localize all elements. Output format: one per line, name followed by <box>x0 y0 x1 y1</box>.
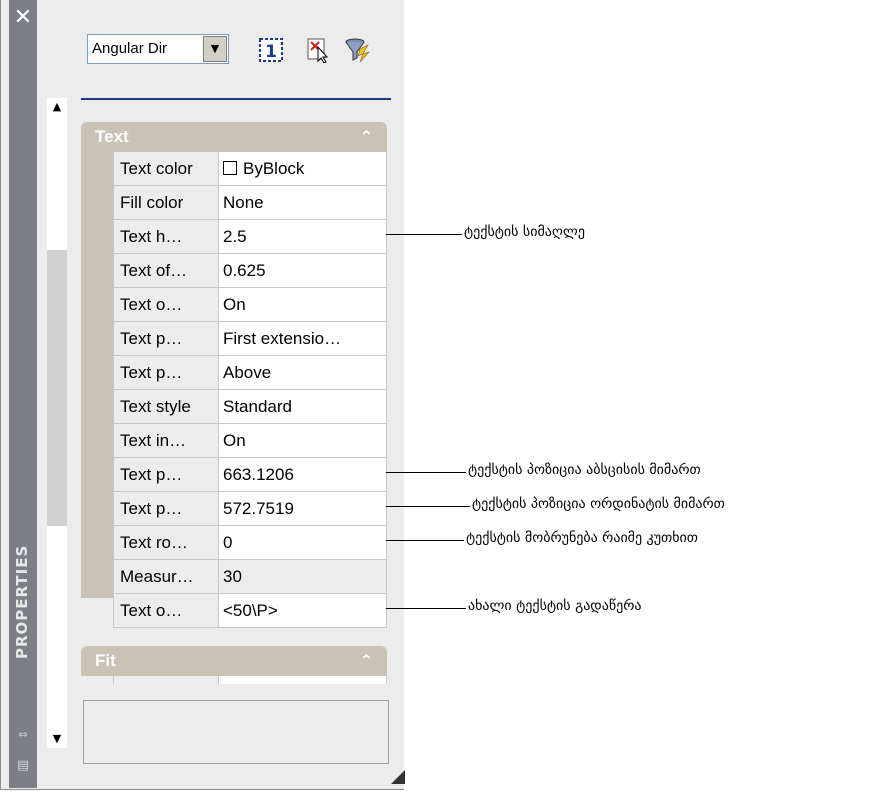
pickadd-1-icon: 1 <box>259 38 283 62</box>
callout-text-position-y: ტექსტის პოზიცია ორდინატის მიმართ <box>472 496 725 512</box>
property-row[interactable]: Text p… 572.7519 <box>113 492 387 526</box>
property-row[interactable]: Fill color None <box>113 186 387 220</box>
selection-dropdown[interactable]: Angular Dir ▼ <box>87 34 229 64</box>
property-value-cell[interactable]: ByBlock <box>219 152 387 186</box>
property-value-cell[interactable]: 572.7519 <box>219 492 387 526</box>
property-value-cell[interactable]: Standard <box>219 390 387 424</box>
select-objects-icon <box>307 38 329 63</box>
fit-row-stub <box>113 676 387 684</box>
quick-select-funnel-icon <box>345 38 370 63</box>
property-name-cell <box>113 676 219 684</box>
property-value-cell[interactable]: 0 <box>219 526 387 560</box>
callout-leader <box>386 472 466 473</box>
property-name-cell[interactable]: Text p… <box>113 458 219 492</box>
callout-text-height: ტექსტის სიმაღლე <box>464 224 585 240</box>
callout-text-override: ახალი ტექსტის გადაწერა <box>468 598 642 614</box>
property-row[interactable]: Text o… <50\P> <box>113 594 387 628</box>
property-name-cell[interactable]: Fill color <box>113 186 219 220</box>
category-gutter <box>81 152 113 598</box>
property-name-cell[interactable]: Text ro… <box>113 526 219 560</box>
toggle-pickadd-button[interactable]: 1 <box>255 34 287 66</box>
property-value-cell[interactable]: <50\P> <box>219 594 387 628</box>
property-name-cell[interactable]: Text h… <box>113 220 219 254</box>
property-name-cell[interactable]: Text o… <box>113 594 219 628</box>
property-row[interactable]: Text ro… 0 <box>113 526 387 560</box>
callout-text-position-x: ტექსტის პოზიცია აბსცისის მიმართ <box>468 462 701 478</box>
property-value-cell[interactable]: 2.5 <box>219 220 387 254</box>
svg-text:1: 1 <box>265 42 277 62</box>
property-name-cell[interactable]: Text style <box>113 390 219 424</box>
palette-title: PROPERTIES <box>13 544 31 659</box>
property-row[interactable]: Text color ByBlock <box>113 152 387 186</box>
callout-leader <box>386 234 462 235</box>
close-icon[interactable]: ✕ <box>9 4 37 32</box>
palette-titlebar[interactable]: ✕ PROPERTIES ⇔ ▤ <box>9 0 37 788</box>
property-row[interactable]: Text h… 2.5 <box>113 220 387 254</box>
property-value-cell[interactable]: None <box>219 186 387 220</box>
category-text[interactable]: Text ⌃ <box>81 122 387 152</box>
property-name-cell[interactable]: Text color <box>113 152 219 186</box>
property-value-cell: 30 <box>219 560 387 594</box>
select-objects-button[interactable] <box>303 34 335 66</box>
callout-text-rotation: ტექსტის მობრუნება რაიმე კუთხით <box>466 530 698 546</box>
category-fit[interactable]: Fit ⌃ <box>81 646 387 676</box>
scroll-thumb[interactable] <box>47 250 67 526</box>
property-row[interactable]: Text p… Above <box>113 356 387 390</box>
category-label: Fit <box>95 651 116 670</box>
property-name-cell[interactable]: Text p… <box>113 322 219 356</box>
property-name-cell[interactable]: Measur… <box>113 560 219 594</box>
category-label: Text <box>95 127 129 146</box>
toolbar-divider <box>81 98 391 100</box>
callout-leader <box>386 608 466 609</box>
selection-dropdown-value: Angular Dir <box>92 40 168 57</box>
property-row[interactable]: Text in… On <box>113 424 387 458</box>
property-value-cell[interactable]: On <box>219 424 387 458</box>
properties-palette: ✕ PROPERTIES ⇔ ▤ ▲ ▼ Angular Dir ▼ 1 Tex… <box>0 0 405 790</box>
property-value-cell[interactable]: First extensio… <box>219 322 387 356</box>
callout-leader <box>386 506 470 507</box>
property-value-cell[interactable]: On <box>219 288 387 322</box>
callout-leader <box>386 540 464 541</box>
resize-grip-icon[interactable] <box>391 770 405 784</box>
property-row[interactable]: Text style Standard <box>113 390 387 424</box>
property-row[interactable]: Text p… First extensio… <box>113 322 387 356</box>
chevron-up-icon[interactable]: ⌃ <box>360 646 373 676</box>
property-value-cell[interactable]: 0.625 <box>219 254 387 288</box>
vertical-scrollbar[interactable]: ▲ ▼ <box>47 98 67 748</box>
property-value-cell <box>219 676 387 684</box>
property-name-cell[interactable]: Text p… <box>113 356 219 390</box>
chevron-down-icon[interactable]: ▼ <box>203 36 227 62</box>
property-name-cell[interactable]: Text p… <box>113 492 219 526</box>
property-row[interactable]: Text of… 0.625 <box>113 254 387 288</box>
property-row[interactable]: Measur… 30 <box>113 560 387 594</box>
scroll-down-arrow-icon[interactable]: ▼ <box>47 730 67 748</box>
property-name-cell[interactable]: Text o… <box>113 288 219 322</box>
description-panel <box>83 700 389 764</box>
color-swatch-icon <box>223 161 237 175</box>
property-row[interactable]: Text o… On <box>113 288 387 322</box>
property-value-text: ByBlock <box>243 159 305 178</box>
property-value-cell[interactable]: Above <box>219 356 387 390</box>
chevron-up-icon[interactable]: ⌃ <box>360 122 373 152</box>
properties-menu-icon[interactable]: ▤ <box>9 758 37 778</box>
property-name-cell[interactable]: Text in… <box>113 424 219 458</box>
scroll-up-arrow-icon[interactable]: ▲ <box>47 98 67 116</box>
property-name-cell[interactable]: Text of… <box>113 254 219 288</box>
property-value-cell[interactable]: 663.1206 <box>219 458 387 492</box>
property-row[interactable]: Text p… 663.1206 <box>113 458 387 492</box>
autohide-icon[interactable]: ⇔ <box>9 728 37 746</box>
quick-select-button[interactable] <box>341 34 373 66</box>
